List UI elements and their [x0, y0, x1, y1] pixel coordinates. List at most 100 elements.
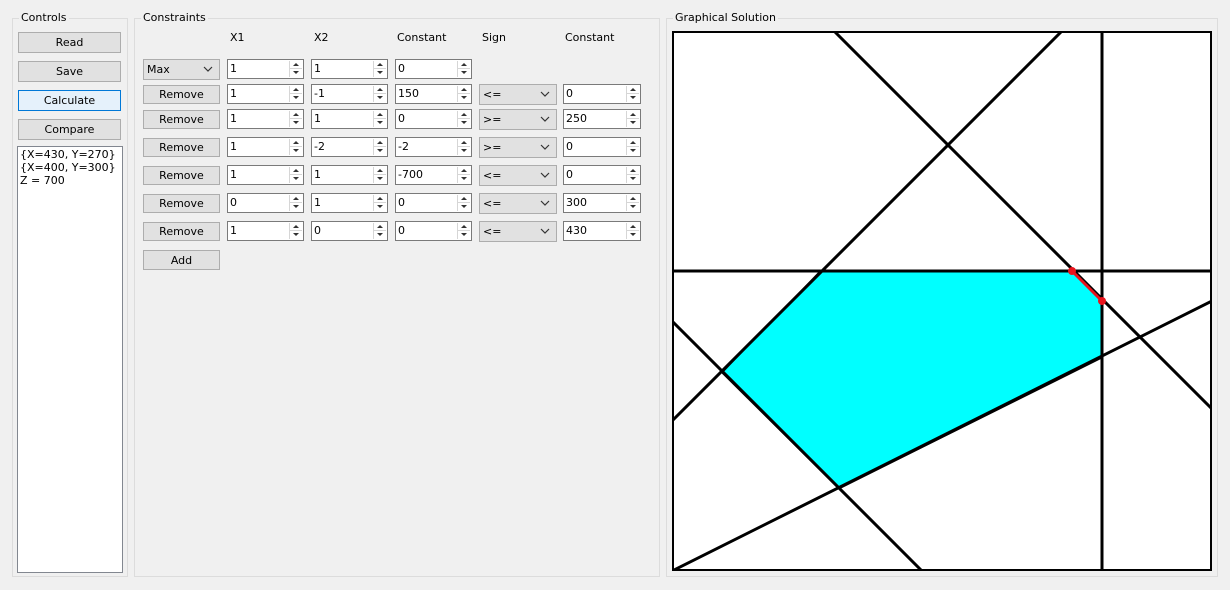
constraint-x2-input[interactable]: 1 — [311, 109, 388, 129]
remove-constraint-button[interactable]: Remove — [143, 166, 220, 185]
result-line: {X=430, Y=270} — [20, 148, 116, 161]
constraint-sign-value: >= — [483, 113, 502, 126]
constraint-x1-input[interactable]: 1 — [227, 165, 304, 185]
spinner[interactable] — [457, 223, 470, 239]
constraint-constant-input[interactable]: 0 — [395, 109, 472, 129]
objective-x2-input[interactable]: 1 — [311, 59, 388, 79]
chevron-down-icon — [540, 228, 550, 234]
remove-constraint-button[interactable]: Remove — [143, 110, 220, 129]
remove-constraint-button[interactable]: Remove — [143, 138, 220, 157]
spinner[interactable] — [373, 167, 386, 183]
chevron-down-icon — [540, 116, 550, 122]
header-constant: Constant — [397, 31, 447, 44]
constraint-sign-select[interactable]: >= — [479, 109, 557, 130]
constraint-x2-input[interactable]: 1 — [311, 193, 388, 213]
constraint-x1-input[interactable]: 0 — [227, 193, 304, 213]
spinner[interactable] — [626, 86, 639, 102]
constraint-x2-input[interactable]: 0 — [311, 221, 388, 241]
constraint-x1-input[interactable]: 1 — [227, 109, 304, 129]
objective-constant-input[interactable]: 0 — [395, 59, 472, 79]
results-listbox[interactable]: {X=430, Y=270} {X=400, Y=300} Z = 700 — [17, 146, 123, 573]
spinner[interactable] — [373, 223, 386, 239]
result-line: {X=400, Y=300} — [20, 161, 116, 174]
constraint-constant-input[interactable]: 0 — [395, 193, 472, 213]
spinner[interactable] — [289, 223, 302, 239]
constraint-rhs-value: 0 — [566, 87, 573, 100]
spinner[interactable] — [457, 61, 470, 77]
spinner[interactable] — [289, 139, 302, 155]
add-constraint-button[interactable]: Add — [143, 250, 220, 270]
spinner[interactable] — [457, 139, 470, 155]
spinner[interactable] — [457, 86, 470, 102]
constraint-sign-select[interactable]: <= — [479, 193, 557, 214]
remove-constraint-button[interactable]: Remove — [143, 222, 220, 241]
spinner[interactable] — [626, 139, 639, 155]
chevron-down-icon — [540, 172, 550, 178]
constraint-sign-value: <= — [483, 169, 502, 182]
constraint-rhs-input[interactable]: 0 — [563, 137, 641, 157]
constraint-sign-select[interactable]: <= — [479, 165, 557, 186]
constraint-x1-input[interactable]: 1 — [227, 137, 304, 157]
spinner[interactable] — [457, 167, 470, 183]
solution-plot — [672, 31, 1212, 571]
constraint-rhs-input[interactable]: 250 — [563, 109, 641, 129]
compare-button[interactable]: Compare — [18, 119, 121, 140]
constraint-x1-input[interactable]: 1 — [227, 221, 304, 241]
spinner[interactable] — [373, 111, 386, 127]
spinner[interactable] — [626, 195, 639, 211]
header-x2: X2 — [314, 31, 329, 44]
objective-x1-input[interactable]: 1 — [227, 59, 304, 79]
constraint-x2-value: 0 — [314, 224, 321, 237]
header-sign: Sign — [482, 31, 506, 44]
save-button[interactable]: Save — [18, 61, 121, 82]
constraint-constant-input[interactable]: -700 — [395, 165, 472, 185]
calculate-button[interactable]: Calculate — [18, 90, 121, 111]
spinner[interactable] — [289, 167, 302, 183]
constraint-x1-value: 1 — [230, 224, 237, 237]
constraint-constant-input[interactable]: -2 — [395, 137, 472, 157]
spinner[interactable] — [457, 111, 470, 127]
constraint-constant-value: -700 — [398, 168, 423, 181]
constraint-x2-input[interactable]: -2 — [311, 137, 388, 157]
spinner[interactable] — [373, 86, 386, 102]
constraint-constant-value: -2 — [398, 140, 409, 153]
constraint-sign-select[interactable]: <= — [479, 84, 557, 105]
spinner[interactable] — [289, 61, 302, 77]
spinner[interactable] — [457, 195, 470, 211]
constraint-x1-value: 1 — [230, 140, 237, 153]
constraint-rhs-input[interactable]: 0 — [563, 165, 641, 185]
spinner[interactable] — [373, 61, 386, 77]
read-button[interactable]: Read — [18, 32, 121, 53]
constraint-constant-input[interactable]: 150 — [395, 84, 472, 104]
objective-constant-value: 0 — [398, 62, 405, 75]
objective-x2-value: 1 — [314, 62, 321, 75]
constraint-x2-input[interactable]: 1 — [311, 165, 388, 185]
spinner[interactable] — [289, 195, 302, 211]
remove-constraint-button[interactable]: Remove — [143, 194, 220, 213]
spinner[interactable] — [373, 139, 386, 155]
spinner[interactable] — [289, 111, 302, 127]
spinner[interactable] — [289, 86, 302, 102]
constraints-group-title: Constraints — [141, 11, 208, 25]
constraint-rhs-input[interactable]: 300 — [563, 193, 641, 213]
chevron-down-icon — [540, 200, 550, 206]
constraint-sign-select[interactable]: <= — [479, 221, 557, 242]
constraint-x1-input[interactable]: 1 — [227, 84, 304, 104]
remove-constraint-button[interactable]: Remove — [143, 85, 220, 104]
optimal-point — [1068, 267, 1076, 275]
constraint-x1-value: 1 — [230, 112, 237, 125]
objective-mode-select[interactable]: Max — [143, 59, 220, 80]
chevron-down-icon — [203, 66, 213, 72]
constraint-rhs-input[interactable]: 0 — [563, 84, 641, 104]
spinner[interactable] — [626, 167, 639, 183]
spinner[interactable] — [373, 195, 386, 211]
header-x1: X1 — [230, 31, 245, 44]
constraint-x2-input[interactable]: -1 — [311, 84, 388, 104]
constraint-x2-value: 1 — [314, 168, 321, 181]
constraint-sign-select[interactable]: >= — [479, 137, 557, 158]
spinner[interactable] — [626, 111, 639, 127]
header-constant-rhs: Constant — [565, 31, 615, 44]
constraint-rhs-input[interactable]: 430 — [563, 221, 641, 241]
spinner[interactable] — [626, 223, 639, 239]
constraint-constant-input[interactable]: 0 — [395, 221, 472, 241]
